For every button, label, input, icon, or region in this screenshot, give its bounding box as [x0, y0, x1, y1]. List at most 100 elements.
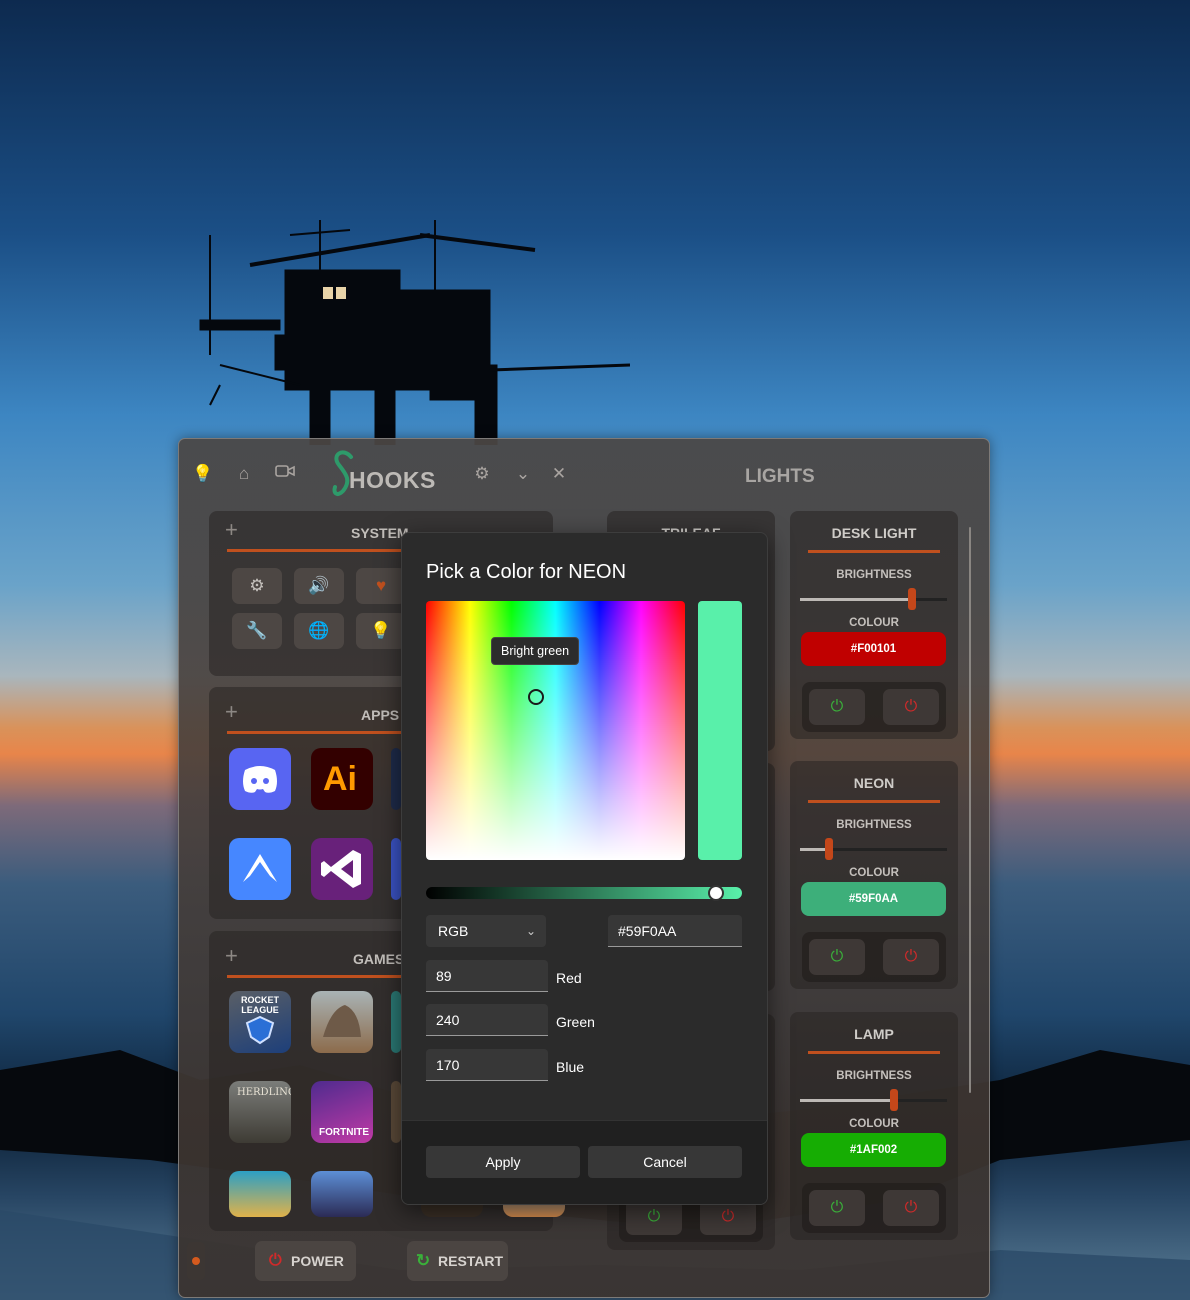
- camera-icon[interactable]: [274, 463, 296, 485]
- gear-icon[interactable]: ⚙: [471, 463, 493, 485]
- desk-light-colour-label: COLOUR: [849, 617, 899, 629]
- add-app-button[interactable]: +: [225, 699, 238, 725]
- status-dot: [192, 1257, 200, 1265]
- game-tile-row3-1[interactable]: [229, 1171, 291, 1217]
- cancel-button[interactable]: Cancel: [588, 1146, 742, 1178]
- brand-name: HOOKS: [349, 467, 436, 493]
- equalizer-button[interactable]: ⚙: [232, 568, 282, 604]
- add-system-button[interactable]: +: [225, 517, 238, 543]
- color-preview-swatch: [698, 601, 742, 860]
- desk-light-power-off-button[interactable]: ⏻: [883, 689, 939, 725]
- neon-rule: [808, 800, 940, 803]
- rocket-league-label: ROCKET LEAGUE: [241, 995, 279, 1015]
- herdling-logo-icon: HERDLING: [237, 1087, 291, 1098]
- lamp-power-group: ⏻ ⏻: [802, 1183, 946, 1233]
- visual-studio-app-tile[interactable]: [311, 838, 373, 900]
- neon-brightness-label: BRIGHTNESS: [836, 819, 912, 831]
- desk-light-card: DESK LIGHT BRIGHTNESS COLOUR #F00101 ⏻ ⏻: [790, 511, 958, 739]
- restart-button[interactable]: ↻ RESTART: [407, 1241, 508, 1281]
- desk-light-title: DESK LIGHT: [831, 525, 917, 541]
- neon-colour-label: COLOUR: [849, 867, 899, 879]
- lamp-power-on-button[interactable]: ⏻: [809, 1190, 865, 1226]
- network-button[interactable]: 🌐: [294, 613, 344, 649]
- desk-light-brightness-label: BRIGHTNESS: [836, 569, 912, 581]
- blue-input[interactable]: [426, 1049, 548, 1081]
- neon-brightness-slider[interactable]: [800, 838, 947, 860]
- game-tile-partial-1[interactable]: [391, 991, 401, 1053]
- restart-icon: ↻: [416, 1251, 431, 1270]
- system-shortcut-button[interactable]: ♥: [356, 568, 406, 604]
- home-icon[interactable]: ⌂: [233, 463, 255, 485]
- tools-button[interactable]: 🔧: [232, 613, 282, 649]
- neon-colour-button[interactable]: #59F0AA: [801, 882, 946, 916]
- neon-brightness-thumb[interactable]: [825, 838, 834, 860]
- games-title: GAMES: [353, 951, 405, 967]
- add-game-button[interactable]: +: [225, 943, 238, 969]
- green-input[interactable]: [426, 1004, 548, 1036]
- power-button[interactable]: ⏻ POWER: [255, 1241, 356, 1281]
- tony-hawk-game-tile[interactable]: [311, 1171, 373, 1217]
- color-picker-dialog: Pick a Color for NEON Bright green RGB ⌄…: [401, 532, 768, 1205]
- fortnite-label: FORTNITE: [319, 1127, 369, 1138]
- lamp-title: LAMP: [854, 1026, 894, 1042]
- hex-input[interactable]: [608, 915, 742, 947]
- color-value-thumb[interactable]: [708, 885, 724, 901]
- lamp-colour-button[interactable]: #1AF002: [801, 1133, 946, 1167]
- neon-title: NEON: [853, 775, 895, 791]
- illustrator-label: Ai: [323, 760, 357, 798]
- desk-light-power-on-button[interactable]: ⏻: [809, 689, 865, 725]
- neon-power-off-button[interactable]: ⏻: [883, 939, 939, 975]
- power-label: POWER: [291, 1253, 344, 1269]
- blue-label: Blue: [556, 1059, 585, 1075]
- red-input[interactable]: [426, 960, 548, 992]
- lamp-power-off-button[interactable]: ⏻: [883, 1190, 939, 1226]
- game-tile-partial-2[interactable]: [391, 1081, 401, 1143]
- app-tile-partial-2[interactable]: [391, 838, 401, 900]
- chevron-down-icon: ⌄: [525, 924, 536, 938]
- adobe-illustrator-tile[interactable]: Ai: [311, 748, 373, 810]
- app-tile-partial-1[interactable]: [391, 748, 401, 810]
- lamp-brightness-thumb[interactable]: [890, 1089, 899, 1111]
- green-label: Green: [556, 1014, 595, 1030]
- alarm-button[interactable]: 💡: [356, 613, 406, 649]
- rocket-league-tile[interactable]: ROCKET LEAGUE: [229, 991, 291, 1053]
- lamp-card: LAMP BRIGHTNESS COLOUR #1AF002 ⏻ ⏻: [790, 1012, 958, 1240]
- color-name-tooltip: Bright green: [491, 637, 580, 665]
- close-icon[interactable]: ✕: [548, 463, 570, 485]
- lamp-brightness-label: BRIGHTNESS: [836, 1070, 912, 1082]
- neon-power-group: ⏻ ⏻: [802, 932, 946, 982]
- status-indicator: [187, 1242, 205, 1280]
- fortnite-game-tile[interactable]: FORTNITE: [311, 1081, 373, 1143]
- spectrum-selection-marker[interactable]: [528, 689, 544, 705]
- lights-title: LIGHTS: [745, 466, 815, 487]
- nordvpn-app-tile[interactable]: [229, 838, 291, 900]
- lamp-rule: [808, 1051, 940, 1054]
- desk-light-power-group: ⏻ ⏻: [802, 682, 946, 732]
- apps-title: APPS: [361, 707, 400, 723]
- neon-card: NEON BRIGHTNESS COLOUR #59F0AA ⏻ ⏻: [790, 761, 958, 989]
- color-mode-select[interactable]: RGB ⌄: [426, 915, 546, 947]
- apply-button[interactable]: Apply: [426, 1146, 580, 1178]
- lamp-brightness-slider[interactable]: [800, 1089, 947, 1111]
- dialog-title: Pick a Color for NEON: [426, 561, 627, 583]
- neon-power-on-button[interactable]: ⏻: [809, 939, 865, 975]
- desk-light-brightness-slider[interactable]: [800, 588, 947, 610]
- herdling-game-tile[interactable]: HERDLING: [229, 1081, 291, 1143]
- desk-light-brightness-thumb[interactable]: [907, 588, 916, 610]
- color-value-slider[interactable]: [426, 885, 742, 901]
- lamp-brightness-fill: [800, 1099, 895, 1102]
- lightbulb-icon[interactable]: 💡: [192, 463, 214, 485]
- desk-light-colour-button[interactable]: #F00101: [801, 632, 946, 666]
- chevron-down-icon[interactable]: ⌄: [512, 463, 534, 485]
- color-spectrum[interactable]: Bright green: [426, 601, 685, 860]
- dialog-footer: Apply Cancel: [402, 1120, 767, 1204]
- color-mode-value: RGB: [438, 923, 469, 939]
- discord-app-tile[interactable]: [229, 748, 291, 810]
- tower-silhouette: [199, 220, 630, 445]
- volume-button[interactable]: 🔊: [294, 568, 344, 604]
- red-label: Red: [556, 970, 582, 986]
- titlebar: 💡 ⌂ HOOKS ⚙ ⌄ ✕ LIGHTS: [179, 439, 989, 509]
- lamp-colour-label: COLOUR: [849, 1118, 899, 1130]
- dune-game-tile[interactable]: [311, 991, 373, 1053]
- lights-scrollbar[interactable]: [969, 527, 971, 1093]
